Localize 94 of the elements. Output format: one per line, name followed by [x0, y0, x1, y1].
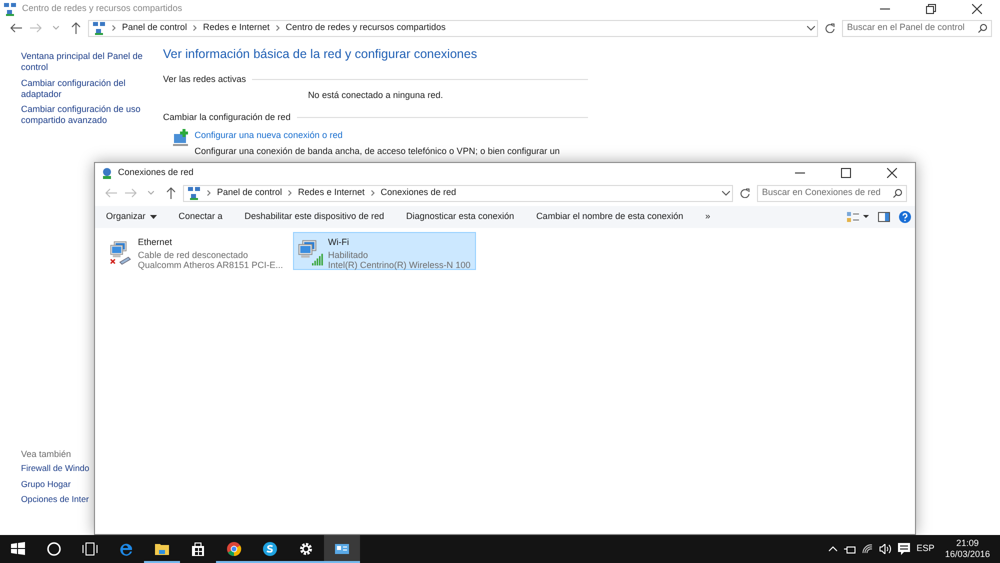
breadcrumb-item[interactable]: Panel de control: [122, 21, 188, 35]
store-icon: [190, 541, 206, 557]
search-placeholder: Buscar en el Panel de control: [847, 21, 965, 34]
adapter-name: Intel(R) Centrino(R) Wireless-N 100: [328, 260, 470, 270]
dropdown-icon: [722, 190, 730, 196]
see-also-heading: Vea también: [21, 448, 72, 458]
chevron-icon: [370, 190, 375, 196]
close-icon: [972, 4, 982, 14]
preview-pane-icon[interactable]: [878, 212, 890, 222]
network-icon: [187, 186, 201, 200]
adapter-name: Qualcomm Atheros AR8151 PCI-E...: [138, 260, 283, 270]
sidebar-link[interactable]: Ventana principal del Panel de control: [21, 51, 155, 73]
help-icon[interactable]: [898, 211, 910, 223]
sidebar-link[interactable]: Grupo Hogar: [21, 478, 71, 490]
refresh-icon: [740, 188, 750, 198]
caret-icon: [53, 26, 59, 30]
breadcrumb-item[interactable]: Panel de control: [217, 186, 282, 200]
chevron-icon: [193, 25, 198, 31]
network-connection[interactable]: Wi-Fi Habilitado Intel(R) Centrino(R) Wireless-N 100: [292, 232, 476, 270]
section-heading: Ver las redes activas: [163, 72, 246, 86]
taskbar-button[interactable]: [324, 535, 360, 563]
control-panel-icon: [334, 541, 350, 557]
chevron-up-icon[interactable]: [828, 546, 838, 552]
toolbar-button[interactable]: Diagnosticar esta conexión: [400, 208, 520, 226]
back-arrow-icon: [105, 188, 117, 198]
chevron-icon: [207, 190, 211, 196]
network-connection[interactable]: Ethernet Cable de red desconectado Qualcomm Atheros AR8151 PCI-E...: [105, 232, 288, 270]
notification-icon[interactable]: [898, 543, 910, 555]
search-icon: [978, 24, 987, 32]
start-icon: [10, 541, 26, 557]
refresh-icon: [825, 23, 835, 33]
search-field[interactable]: Buscar en Conexiones de red: [757, 184, 907, 202]
sidebar-link[interactable]: Cambiar configuración de uso compartido avanzado: [21, 104, 155, 126]
network-icon: [3, 2, 17, 16]
folder-icon: [154, 541, 170, 557]
chat-icon: [262, 541, 278, 557]
up-arrow-icon: [166, 187, 176, 199]
breadcrumb-item[interactable]: Redes e Internet: [203, 21, 270, 35]
forward-arrow-icon: [125, 188, 137, 198]
section-heading: Cambiar la configuración de red: [163, 111, 291, 124]
caret-icon: [150, 214, 157, 219]
toolbar-button[interactable]: »: [699, 208, 716, 226]
toolbar-button[interactable]: Cambiar el nombre de esta conexión: [530, 208, 690, 226]
menu-button[interactable]: Organizar: [100, 208, 163, 226]
network-setup-icon: [172, 129, 190, 147]
status-message: No está conectado a ninguna red.: [306, 88, 444, 102]
forward-arrow-icon: [30, 23, 42, 33]
clock-date: 16/03/2016: [944, 549, 990, 560]
up-arrow-icon: [71, 22, 81, 34]
volume-icon[interactable]: [879, 544, 892, 554]
connection-name: Ethernet: [138, 236, 173, 249]
toolbar-button[interactable]: Conectar a: [172, 208, 229, 226]
language-indicator[interactable]: ESP: [916, 542, 934, 556]
chevron-icon: [276, 25, 280, 31]
restore-icon: [926, 4, 936, 14]
search-circle-icon: [46, 541, 62, 557]
window-title: Centro de redes y recursos compartidos: [22, 2, 182, 16]
window-title: Conexiones de red: [118, 166, 194, 180]
search-field[interactable]: Buscar en el Panel de control: [842, 20, 992, 36]
battery-icon[interactable]: [844, 544, 856, 554]
breadcrumb-item[interactable]: Redes e Internet: [298, 186, 365, 200]
caret-icon: [148, 191, 154, 195]
maximize-icon: [841, 168, 851, 178]
network-icon: [92, 21, 106, 35]
connection-name: Wi-Fi: [328, 236, 350, 249]
address-bar[interactable]: Panel de control Redes e Internet Conexiones de red: [183, 184, 733, 202]
chevron-icon: [112, 25, 116, 31]
clock-time: 21:09: [955, 538, 980, 549]
setup-description: Configurar una conexión de banda ancha, de acceso telefónico o VPN; o bien configurar un: [194, 144, 560, 158]
network-icon: [101, 167, 113, 179]
close-icon: [887, 168, 897, 178]
breadcrumb-item[interactable]: Centro de redes y recursos compartidos: [286, 21, 446, 35]
sidebar-link[interactable]: Firewall de Windo: [21, 463, 90, 474]
sidebar-link[interactable]: Cambiar configuración del adaptador: [21, 78, 155, 100]
connection-status: Cable de red desconectado: [138, 250, 250, 260]
page-heading: Ver información básica de la red y configurar conexiones: [163, 46, 478, 63]
view-options-icon[interactable]: [846, 212, 868, 222]
chevron-icon: [288, 190, 292, 196]
browser-icon: [118, 541, 134, 557]
toolbar-button[interactable]: Deshabilitar este dispositivo de red: [238, 208, 390, 226]
search-icon: [893, 188, 902, 198]
sidebar-link[interactable]: Opciones de Inter: [21, 494, 89, 505]
task-view-icon: [82, 541, 98, 557]
clock[interactable]: 21:09 16/03/2016: [944, 538, 990, 560]
chrome-icon: [226, 541, 242, 557]
wifi-icon[interactable]: [862, 544, 874, 554]
search-placeholder: Buscar en Conexiones de red: [762, 186, 881, 200]
back-arrow-icon: [10, 23, 22, 33]
connection-status: Habilitado: [328, 250, 369, 260]
dropdown-icon: [806, 26, 815, 30]
settings-icon: [298, 541, 314, 557]
breadcrumb-item[interactable]: Conexiones de red: [380, 186, 456, 200]
setup-link[interactable]: Configurar una nueva conexión o red: [194, 129, 560, 142]
address-bar[interactable]: Panel de control Redes e Internet Centro de redes y recursos compartidos: [88, 20, 818, 36]
